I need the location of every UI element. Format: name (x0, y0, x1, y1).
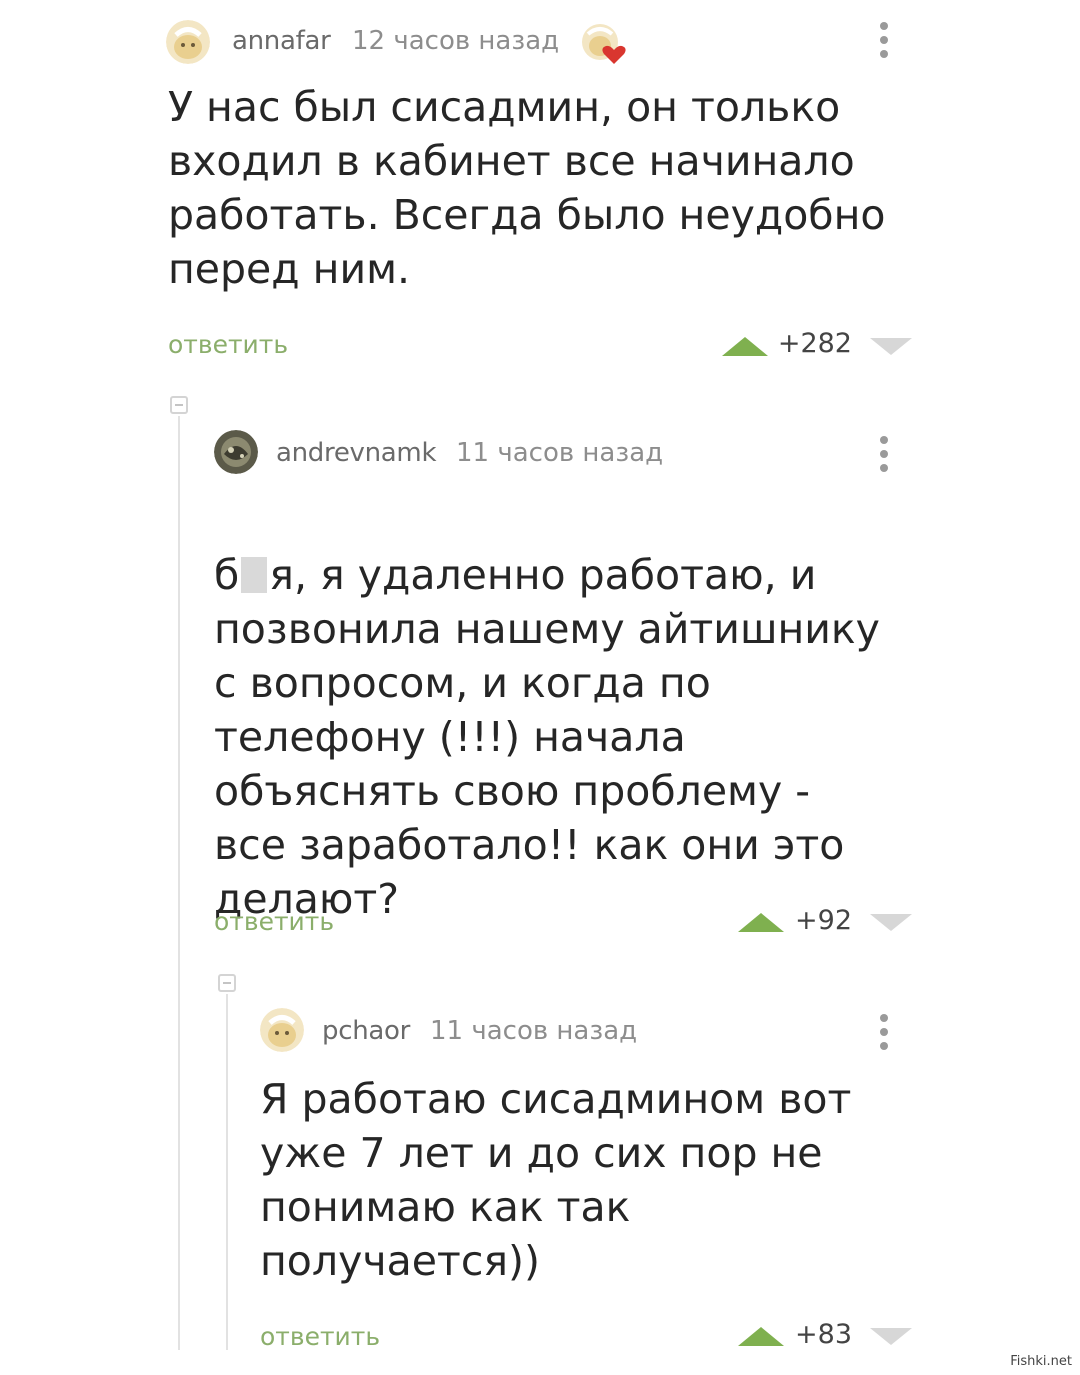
more-vertical-icon[interactable] (879, 1014, 889, 1056)
triangle-down-icon[interactable] (870, 1328, 912, 1345)
score: +92 (795, 905, 852, 936)
comment-text-prefix: б (214, 551, 240, 599)
username[interactable]: andrevnamk (276, 438, 437, 468)
score: +83 (795, 1319, 852, 1350)
comment-text: У нас был сисадмин, он только входил в к… (168, 83, 886, 293)
thread-line (178, 416, 180, 1350)
collapse-minus-icon[interactable] (218, 974, 236, 992)
reply-button[interactable]: ответить (260, 1322, 380, 1351)
comment-text: Я работаю сисадмином вот уже 7 лет и до … (260, 1075, 852, 1285)
thread-line (226, 994, 228, 1350)
timestamp[interactable]: 11 часов назад (456, 438, 663, 468)
watermark: Fishki.net (1010, 1354, 1072, 1369)
score: +282 (777, 328, 852, 359)
avatar-andrevnamk[interactable] (214, 430, 258, 474)
username[interactable]: annafar (232, 26, 331, 56)
timestamp[interactable]: 11 часов назад (430, 1016, 637, 1046)
username[interactable]: pchaor (322, 1016, 410, 1046)
triangle-down-icon[interactable] (870, 338, 912, 355)
triangle-up-icon[interactable] (722, 337, 768, 356)
reply-button[interactable]: ответить (168, 330, 288, 359)
avatar-pchaor[interactable] (260, 1008, 304, 1052)
heart-badge-icon (580, 20, 626, 64)
timestamp[interactable]: 12 часов назад (352, 26, 559, 56)
triangle-down-icon[interactable] (870, 914, 912, 931)
more-vertical-icon[interactable] (879, 436, 889, 478)
comment-text-rest: позвонила нашему айтишнику с вопросом, и… (214, 605, 880, 923)
reply-button[interactable]: ответить (214, 907, 334, 936)
comment-text-first-line: я, я удаленно работаю, и (269, 551, 817, 599)
avatar-annafar[interactable] (166, 20, 210, 64)
censored-blur (241, 557, 268, 593)
collapse-minus-icon[interactable] (170, 396, 188, 414)
more-vertical-icon[interactable] (879, 22, 889, 64)
